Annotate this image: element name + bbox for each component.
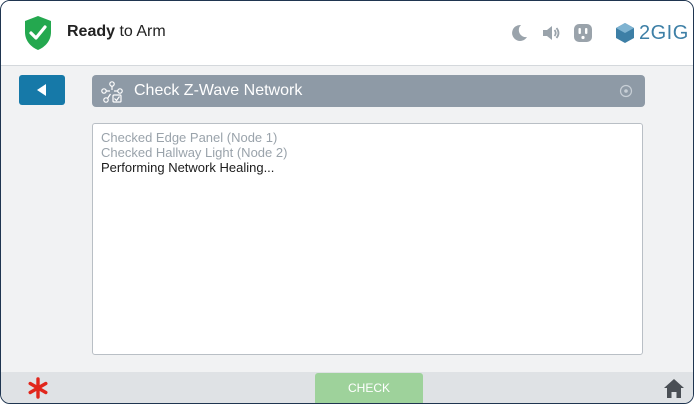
- shield-check-icon: [25, 16, 51, 50]
- zwave-network-icon: [101, 81, 123, 103]
- brand-name: 2GIG: [639, 21, 689, 44]
- page-title: Check Z-Wave Network: [134, 82, 303, 99]
- emergency-asterisk-icon[interactable]: [27, 377, 49, 399]
- brand-logo-icon: [616, 23, 634, 43]
- speaker-icon[interactable]: [541, 23, 561, 43]
- status-detail: to Arm: [115, 23, 166, 40]
- brand-logo: 2GIG: [615, 19, 689, 47]
- outlet-icon[interactable]: [573, 23, 593, 43]
- status-header: Ready to Arm 2GIG: [1, 1, 693, 66]
- log-line: Checked Hallway Light (Node 2): [101, 145, 288, 160]
- circle-dot-icon: [619, 84, 633, 98]
- panel-screen: Ready to Arm 2GIG Check Z-Wave Network C…: [0, 0, 694, 404]
- system-status: Ready to Arm: [67, 23, 166, 41]
- status-state: Ready: [67, 23, 116, 40]
- page-title-bar: Check Z-Wave Network: [92, 75, 645, 107]
- bottom-toolbar: CHECK: [1, 372, 693, 403]
- log-line: Performing Network Healing...: [101, 160, 275, 175]
- back-button[interactable]: [19, 75, 65, 105]
- home-icon[interactable]: [663, 377, 685, 399]
- back-arrow-icon: [37, 84, 46, 96]
- check-button[interactable]: CHECK: [315, 373, 423, 403]
- network-check-log: Checked Edge Panel (Node 1) Checked Hall…: [92, 123, 643, 355]
- moon-icon[interactable]: [509, 23, 529, 43]
- log-line: Checked Edge Panel (Node 1): [101, 130, 278, 145]
